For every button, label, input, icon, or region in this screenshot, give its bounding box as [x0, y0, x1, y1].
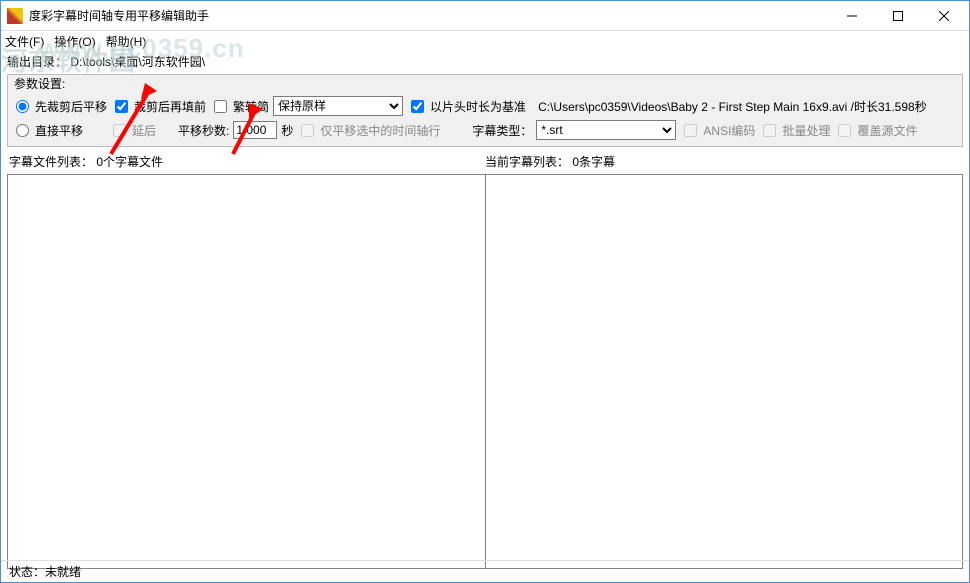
status-label: 状态：	[9, 563, 45, 580]
input-shift-seconds[interactable]	[233, 121, 277, 139]
select-subtitle-type[interactable]: *.srt	[536, 120, 676, 140]
radio-direct-shift[interactable]	[16, 124, 29, 137]
minimize-button[interactable]	[829, 1, 875, 31]
list-panes	[7, 174, 963, 569]
checkbox-ansi[interactable]	[684, 124, 697, 137]
right-list-header: 当前字幕列表： 0条字幕	[485, 153, 961, 170]
label-overwrite: 覆盖源文件	[857, 122, 917, 139]
label-trad-simp: 繁转简	[233, 98, 269, 115]
label-cut-then-fill: 裁剪后再填前	[134, 98, 206, 115]
label-seconds-unit: 秒	[281, 122, 293, 139]
label-only-selected: 仅平移选中的时间轴行	[320, 122, 440, 139]
label-batch: 批量处理	[782, 122, 830, 139]
maximize-button[interactable]	[875, 1, 921, 31]
checkbox-trad-simp[interactable]	[214, 100, 227, 113]
params-legend: 参数设置:	[12, 77, 67, 91]
radio-trim-then-shift[interactable]	[16, 100, 29, 113]
params-row-2: 直接平移 延后 平移秒数: 秒 仅平移选中的时间轴行 字幕类型： *.srt A…	[12, 118, 958, 142]
checkbox-use-clip-duration[interactable]	[411, 100, 424, 113]
checkbox-batch[interactable]	[763, 124, 776, 137]
current-subtitle-list[interactable]	[485, 174, 964, 569]
checkbox-overwrite[interactable]	[838, 124, 851, 137]
select-keep-original[interactable]: 保持原样	[273, 96, 403, 116]
label-shift-seconds: 平移秒数:	[178, 122, 229, 139]
window-controls	[829, 1, 967, 31]
output-dir-row: 输出目录： D:\tools\桌面\河东软件园\	[1, 51, 969, 72]
params-group: 参数设置: 先裁剪后平移 裁剪后再填前 繁转简 保持原样 以片头时长为基准 C:…	[7, 74, 963, 147]
label-ansi: ANSI编码	[703, 122, 755, 139]
output-dir-label: 输出目录：	[7, 55, 67, 69]
params-row-1: 先裁剪后平移 裁剪后再填前 繁转简 保持原样 以片头时长为基准 C:\Users…	[12, 94, 958, 118]
menu-operate[interactable]: 操作(O)	[54, 33, 95, 50]
titlebar: 度彩字幕时间轴专用平移编辑助手	[1, 1, 969, 31]
right-list-count: 0条字幕	[572, 155, 615, 169]
menu-file[interactable]: 文件(F)	[5, 33, 44, 50]
window-title: 度彩字幕时间轴专用平移编辑助手	[27, 7, 829, 24]
checkbox-cut-then-fill[interactable]	[115, 100, 128, 113]
menubar: 河东软件园 文件(F) 操作(O) 帮助(H)	[1, 31, 969, 51]
status-value: 未就绪	[45, 563, 81, 580]
statusbar: 状态： 未就绪	[1, 560, 969, 582]
subtitle-file-list[interactable]	[7, 174, 486, 569]
list-headers: 字幕文件列表： 0个字幕文件 当前字幕列表： 0条字幕	[1, 149, 969, 174]
label-direct-shift: 直接平移	[35, 122, 83, 139]
left-list-label: 字幕文件列表：	[9, 155, 93, 169]
checkbox-delay[interactable]	[113, 124, 126, 137]
left-list-count: 0个字幕文件	[96, 155, 163, 169]
left-list-header: 字幕文件列表： 0个字幕文件	[9, 153, 485, 170]
app-icon	[7, 8, 23, 24]
label-use-clip-duration: 以片头时长为基准	[430, 98, 526, 115]
label-trim-then-shift: 先裁剪后平移	[35, 98, 107, 115]
menu-help[interactable]: 帮助(H)	[106, 33, 147, 50]
checkbox-only-selected[interactable]	[301, 124, 314, 137]
close-button[interactable]	[921, 1, 967, 31]
file-info: C:\Users\pc0359\Videos\Baby 2 - First St…	[538, 98, 927, 115]
label-subtitle-type: 字幕类型：	[472, 122, 532, 139]
label-delay: 延后	[132, 122, 156, 139]
output-dir-path: D:\tools\桌面\河东软件园\	[70, 55, 205, 69]
right-list-label: 当前字幕列表：	[485, 155, 569, 169]
